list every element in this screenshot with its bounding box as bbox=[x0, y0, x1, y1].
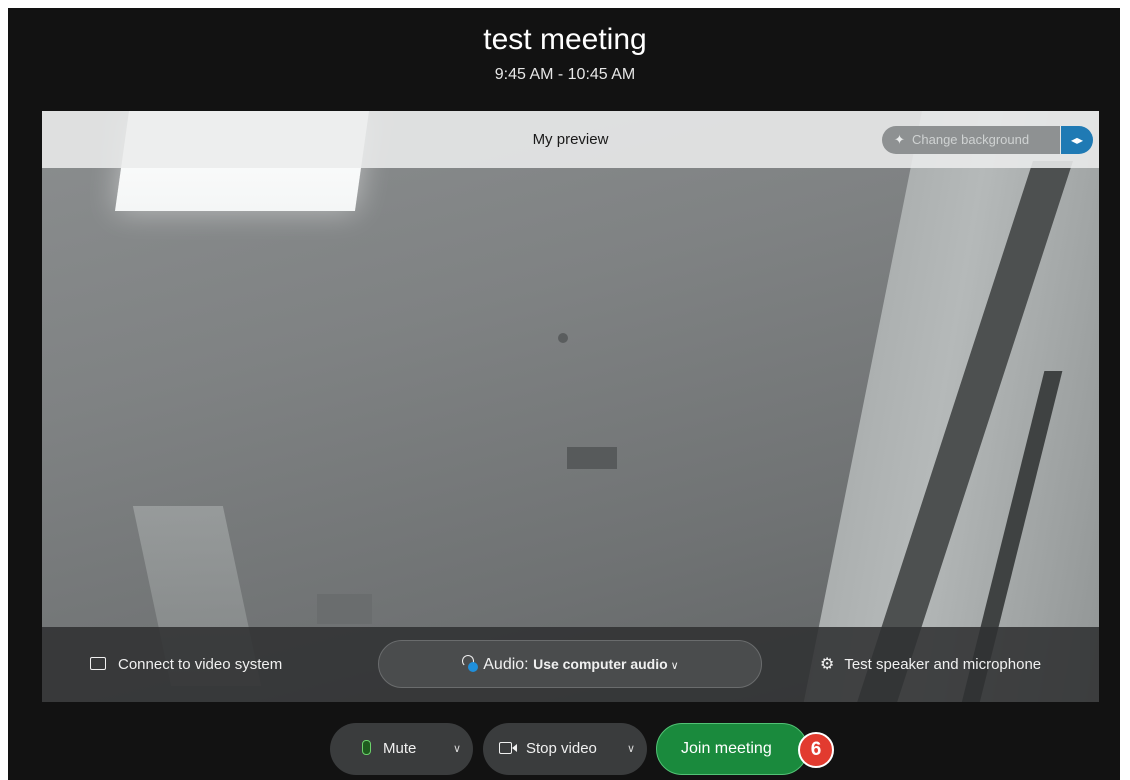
ceiling-vent-lower bbox=[317, 594, 372, 624]
audio-value: Use computer audio bbox=[533, 656, 668, 672]
change-background-label: Change background bbox=[912, 132, 1030, 147]
meeting-time-range: 9:45 AM - 10:45 AM bbox=[494, 66, 636, 83]
mute-options-chevron-icon[interactable]: ∨ bbox=[453, 723, 461, 775]
mirror-icon: ◂▸ bbox=[1070, 133, 1084, 147]
join-meeting-button[interactable]: Join meeting bbox=[656, 723, 808, 775]
video-camera-icon bbox=[499, 742, 517, 754]
connect-video-system-label: Connect to video system bbox=[118, 656, 283, 673]
webex-preview-window: test meeting 9:45 AM - 10:45 AM My previ… bbox=[0, 0, 1130, 780]
cast-screen-icon bbox=[90, 657, 106, 670]
video-preview: My preview ✦ Change background ◂▸ Connect… bbox=[42, 111, 1099, 702]
audio-select-button[interactable]: Audio: Use computer audio ∨ bbox=[378, 640, 762, 688]
audio-prefix: Audio: bbox=[483, 656, 529, 673]
mute-label: Mute bbox=[383, 740, 417, 757]
preview-header-bar: My preview ✦ Change background ◂▸ bbox=[42, 111, 1099, 168]
stop-video-label: Stop video bbox=[526, 740, 597, 757]
test-speaker-microphone-button[interactable]: ⚙ Test speaker and microphone bbox=[820, 627, 1041, 702]
ceiling-vent bbox=[567, 447, 617, 469]
change-background-button[interactable]: ✦ Change background bbox=[882, 126, 1060, 154]
magic-wand-icon: ✦ bbox=[894, 132, 905, 147]
microphone-icon bbox=[362, 740, 371, 755]
screen-frame-left bbox=[0, 0, 8, 780]
meeting-title: test meeting bbox=[483, 23, 647, 56]
screen-frame-right bbox=[1120, 0, 1130, 780]
chevron-down-icon: ∨ bbox=[670, 660, 679, 672]
video-options-chevron-icon[interactable]: ∨ bbox=[627, 723, 635, 775]
preview-control-bar: Connect to video system Audio: Use compu… bbox=[42, 627, 1099, 702]
headset-icon bbox=[461, 655, 479, 672]
mirror-video-button[interactable]: ◂▸ bbox=[1061, 126, 1093, 154]
test-speaker-label: Test speaker and microphone bbox=[844, 656, 1042, 673]
screen-frame-top bbox=[0, 0, 1130, 8]
stop-video-button[interactable]: Stop video ∨ bbox=[483, 723, 647, 775]
step-number-badge: 6 bbox=[798, 732, 834, 768]
gear-icon: ⚙ bbox=[820, 656, 835, 673]
ceiling-sprinkler bbox=[558, 333, 568, 343]
meeting-header: test meeting 9:45 AM - 10:45 AM bbox=[0, 20, 1130, 88]
connect-video-system-button[interactable]: Connect to video system bbox=[90, 627, 282, 702]
mute-button[interactable]: Mute ∨ bbox=[330, 723, 473, 775]
